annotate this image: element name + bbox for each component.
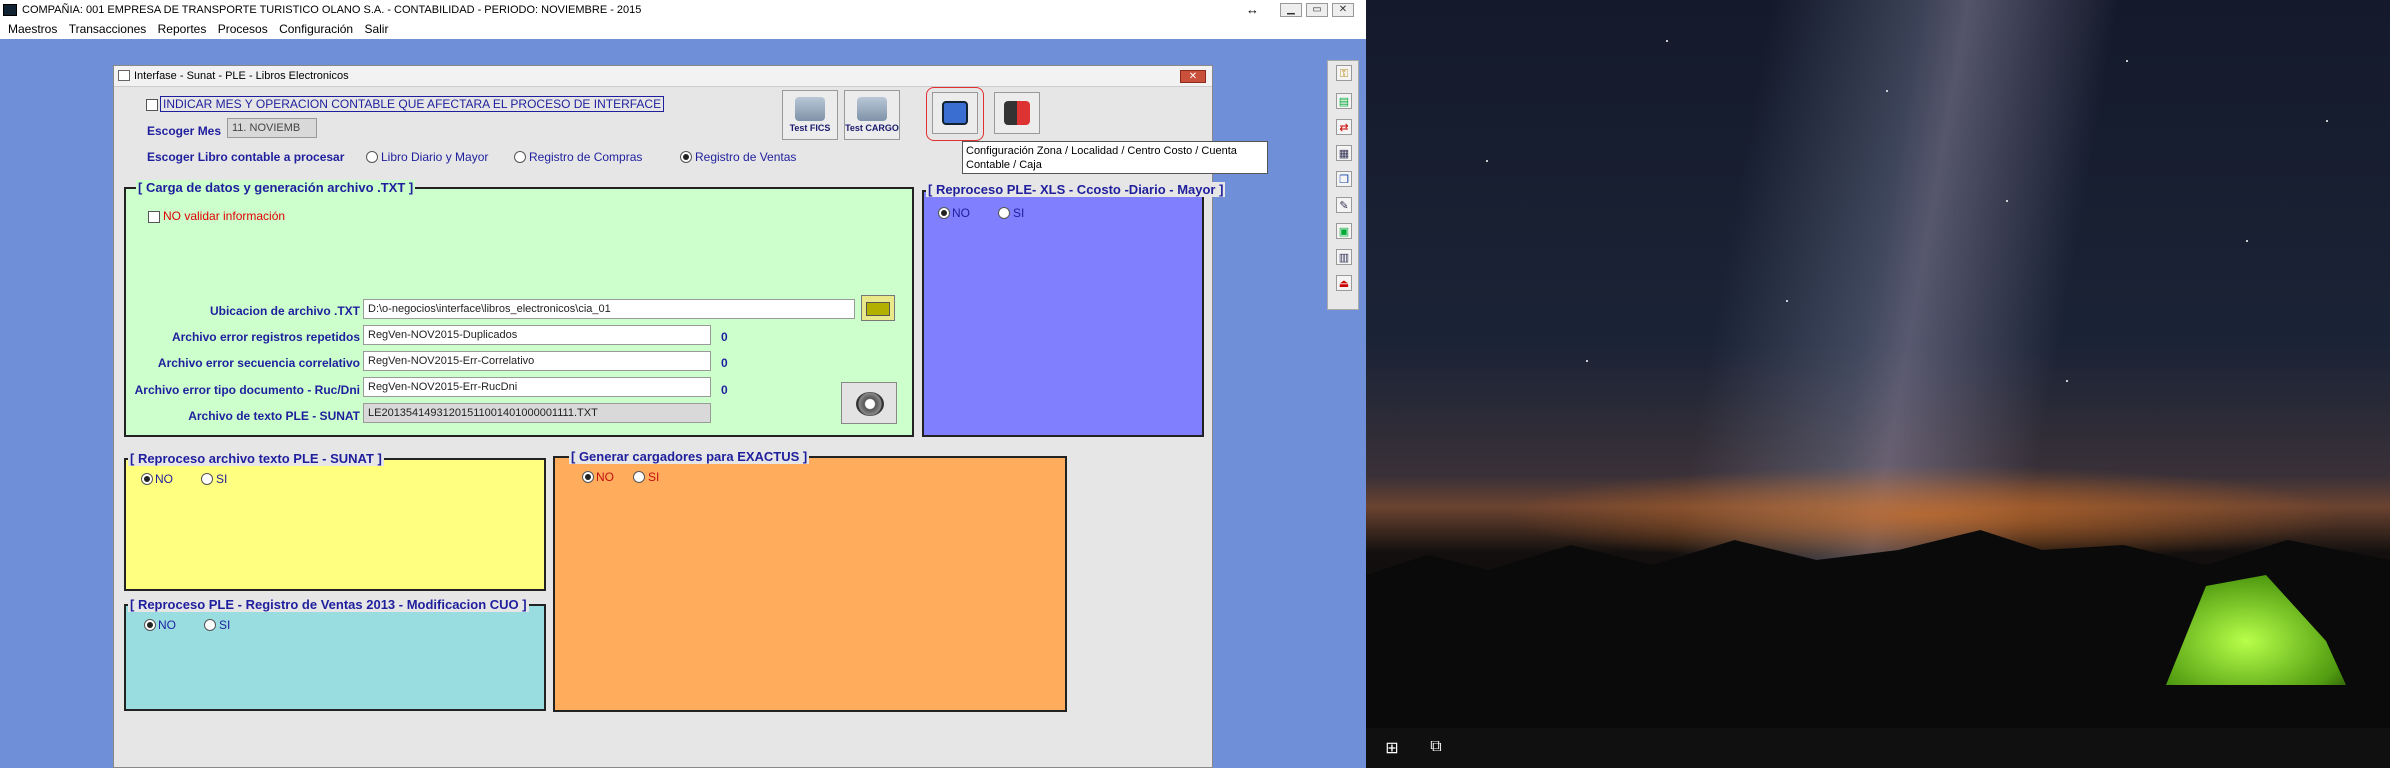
menu-salir[interactable]: Salir [364, 22, 388, 36]
radio-libro-diario[interactable] [366, 151, 378, 163]
correlativo-label: Archivo error secuencia correlativo [157, 356, 360, 370]
dialog-close-icon[interactable]: ✕ [1180, 70, 1206, 83]
sunat-si-label: SI [216, 472, 228, 486]
mes-label: Escoger Mes [147, 124, 222, 138]
texto-ple-input: LE20135414931201511001401000001111.TXT [363, 403, 711, 423]
sunat-no-label: NO [155, 472, 173, 486]
carga-panel: [ Carga de datos y generación archivo .T… [124, 180, 914, 437]
database-key-icon [795, 97, 825, 121]
ubicacion-label: Ubicacion de archivo .TXT [209, 304, 360, 318]
xls-si-label: SI [1013, 206, 1025, 220]
sunat-radio-no[interactable] [141, 473, 153, 485]
rucdni-label: Archivo error tipo documento - Ruc/Dni [134, 383, 360, 397]
minimize-icon[interactable]: ▁ [1280, 3, 1302, 17]
menu-bar: Maestros Transacciones Reportes Procesos… [0, 20, 1374, 39]
correlativo-input[interactable]: RegVen-NOV2015-Err-Correlativo [363, 351, 711, 371]
windows-icon[interactable]: ❐ [1336, 171, 1352, 187]
chart-icon[interactable]: ▥ [1336, 249, 1352, 265]
document-icon[interactable]: ▤ [1336, 93, 1352, 109]
menu-maestros[interactable]: Maestros [8, 22, 57, 36]
exactus-radio-no[interactable] [582, 471, 594, 483]
exit-button[interactable] [994, 92, 1040, 134]
duplicados-count: 0 [721, 330, 728, 344]
ventas2013-panel: [ Reproceso PLE - Registro de Ventas 201… [124, 597, 546, 711]
database-key-icon [857, 97, 887, 121]
exactus-panel-title: [ Generar cargadores para EXACTUS ] [569, 449, 810, 464]
process-button[interactable] [841, 382, 897, 424]
config-tooltip: Configuración Zona / Localidad / Centro … [962, 141, 1268, 174]
ventas2013-panel-title: [ Reproceso PLE - Registro de Ventas 201… [128, 597, 529, 612]
dialog-icon [118, 70, 130, 81]
libro-diario-label: Libro Diario y Mayor [381, 150, 489, 164]
menu-transacciones[interactable]: Transacciones [69, 22, 147, 36]
xls-panel-title: [ Reproceso PLE- XLS - Ccosto -Diario - … [926, 182, 1226, 197]
app-title: COMPAÑIA: 001 EMPRESA DE TRANSPORTE TURI… [22, 4, 642, 16]
vertical-toolbar: ⚿ ▤ ⇄ ▦ ❐ ✎ ▣ ▥ ⏏ [1327, 60, 1359, 310]
maximize-icon[interactable]: ▭ [1306, 3, 1328, 17]
carga-panel-title: [ Carga de datos y generación archivo .T… [136, 180, 416, 195]
texto-ple-label: Archivo de texto PLE - SUNAT [188, 409, 360, 423]
configuracion-button[interactable] [932, 92, 978, 134]
sunat-panel-title: [ Reproceso archivo texto PLE - SUNAT ] [128, 451, 384, 466]
correlativo-count: 0 [721, 356, 728, 370]
no-validar-checkbox[interactable] [148, 211, 160, 223]
app-title-bar: COMPAÑIA: 001 EMPRESA DE TRANSPORTE TURI… [0, 0, 1374, 20]
sunat-radio-si[interactable] [201, 473, 213, 485]
menu-procesos[interactable]: Procesos [218, 22, 268, 36]
test-cargo-label: Test CARGO [845, 123, 899, 133]
ventas2013-radio-si[interactable] [204, 619, 216, 631]
exit-door-icon [1004, 101, 1030, 125]
duplicados-input[interactable]: RegVen-NOV2015-Duplicados [363, 325, 711, 345]
edit-icon[interactable]: ✎ [1336, 197, 1352, 213]
test-fics-label: Test FICS [789, 123, 831, 133]
xls-no-label: NO [952, 206, 970, 220]
xls-radio-si[interactable] [998, 207, 1010, 219]
ventas2013-no-label: NO [158, 618, 176, 632]
exactus-panel: [ Generar cargadores para EXACTUS ] NO S… [553, 449, 1067, 712]
report-icon [942, 101, 968, 125]
dialog-title-bar: Interfase - Sunat - PLE - Libros Electro… [114, 66, 1212, 87]
rucdni-input[interactable]: RegVen-NOV2015-Err-RucDni [363, 377, 711, 397]
exactus-radio-si[interactable] [633, 471, 645, 483]
app-icon [3, 4, 17, 16]
ubicacion-input[interactable]: D:\o-negocios\interface\libros_electroni… [363, 299, 855, 319]
dialog-title: Interfase - Sunat - PLE - Libros Electro… [134, 70, 349, 82]
calculator-icon[interactable]: ▣ [1336, 223, 1352, 239]
exactus-no-label: NO [596, 470, 614, 484]
task-view-icon[interactable]: ⧉ [1426, 738, 1446, 758]
test-cargo-button[interactable]: Test CARGO [844, 90, 900, 140]
rucdni-count: 0 [721, 383, 728, 397]
close-icon[interactable]: ✕ [1332, 3, 1354, 17]
xls-panel: [ Reproceso PLE- XLS - Ccosto -Diario - … [922, 182, 1226, 437]
indicar-checkbox[interactable] [146, 99, 158, 111]
xls-radio-no[interactable] [938, 207, 950, 219]
test-fics-button[interactable]: Test FICS [782, 90, 838, 140]
folder-icon[interactable] [861, 295, 895, 321]
exit-icon[interactable]: ⏏ [1336, 275, 1352, 291]
gear-icon [856, 392, 884, 416]
key-icon[interactable]: ⚿ [1336, 65, 1352, 81]
menu-configuracion[interactable]: Configuración [279, 22, 353, 36]
app-window: COMPAÑIA: 001 EMPRESA DE TRANSPORTE TURI… [0, 0, 1374, 768]
radio-registro-compras[interactable] [514, 151, 526, 163]
indicar-label: INDICAR MES Y OPERACION CONTABLE QUE AFE… [160, 96, 665, 112]
duplicados-label: Archivo error registros repetidos [171, 330, 360, 344]
menu-reportes[interactable]: Reportes [158, 22, 207, 36]
exactus-si-label: SI [648, 470, 660, 484]
sunat-panel: [ Reproceso archivo texto PLE - SUNAT ] … [124, 451, 546, 591]
registro-compras-label: Registro de Compras [529, 150, 643, 164]
transfer-icon[interactable]: ⇄ [1336, 119, 1352, 135]
mes-select[interactable]: 11. NOVIEMB [227, 118, 317, 138]
resize-icon[interactable]: ↔ [1246, 0, 1259, 20]
ventas2013-si-label: SI [219, 618, 231, 632]
radio-registro-ventas[interactable] [680, 151, 692, 163]
libro-label: Escoger Libro contable a procesar [147, 150, 345, 164]
windows-start-icon[interactable]: ⊞ [1382, 738, 1402, 758]
desktop-wallpaper [1366, 0, 2390, 768]
registro-ventas-label: Registro de Ventas [695, 150, 797, 164]
ventas2013-radio-no[interactable] [144, 619, 156, 631]
no-validar-label: NO validar información [163, 209, 286, 223]
table-icon[interactable]: ▦ [1336, 145, 1352, 161]
taskbar: ⊞ ⧉ [1366, 728, 2390, 768]
